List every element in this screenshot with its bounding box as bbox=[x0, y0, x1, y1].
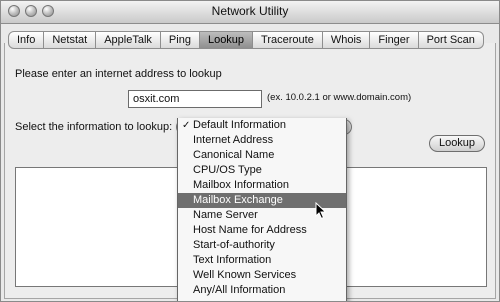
address-input[interactable] bbox=[128, 90, 262, 108]
address-prompt: Please enter an internet address to look… bbox=[15, 68, 222, 80]
menu-item-text-information[interactable]: Text Information bbox=[178, 253, 346, 268]
window-title: Network Utility bbox=[211, 4, 289, 18]
address-example: (ex. 10.0.2.1 or www.domain.com) bbox=[267, 92, 412, 103]
tab-netstat[interactable]: Netstat bbox=[44, 31, 97, 49]
tab-traceroute[interactable]: Traceroute bbox=[253, 31, 323, 49]
lookup-type-label: Select the information to lookup: bbox=[15, 121, 173, 133]
tab-bar: Info Netstat AppleTalk Ping Lookup Trace… bbox=[8, 31, 484, 49]
menu-item-any-all-information[interactable]: Any/All Information bbox=[178, 283, 346, 298]
tab-finger[interactable]: Finger bbox=[370, 31, 419, 49]
tab-info[interactable]: Info bbox=[8, 31, 45, 49]
checkmark-icon: ✓ bbox=[182, 120, 191, 131]
lookup-button[interactable]: Lookup bbox=[429, 135, 485, 152]
menu-item-host-name-for-address[interactable]: Host Name for Address bbox=[178, 223, 346, 238]
menu-item-default-information[interactable]: ✓ Default Information bbox=[178, 118, 346, 133]
menu-item-mailbox-information[interactable]: Mailbox Information bbox=[178, 178, 346, 193]
menu-item-canonical-name[interactable]: Canonical Name bbox=[178, 148, 346, 163]
menu-item-cpu-os-type[interactable]: CPU/OS Type bbox=[178, 163, 346, 178]
tab-ping[interactable]: Ping bbox=[160, 31, 200, 49]
menu-item-internet-address[interactable]: Internet Address bbox=[178, 133, 346, 148]
tab-appletalk[interactable]: AppleTalk bbox=[96, 31, 161, 49]
tab-lookup[interactable]: Lookup bbox=[199, 31, 254, 49]
mouse-pointer-icon bbox=[315, 202, 327, 220]
network-utility-window: Network Utility Info Netstat AppleTalk P… bbox=[0, 0, 500, 302]
menu-item-start-of-authority[interactable]: Start-of-authority bbox=[178, 238, 346, 253]
tab-port-scan[interactable]: Port Scan bbox=[418, 31, 484, 49]
menu-item-well-known-services[interactable]: Well Known Services bbox=[178, 268, 346, 283]
title-bar: Network Utility bbox=[1, 1, 499, 24]
tab-whois[interactable]: Whois bbox=[322, 31, 371, 49]
